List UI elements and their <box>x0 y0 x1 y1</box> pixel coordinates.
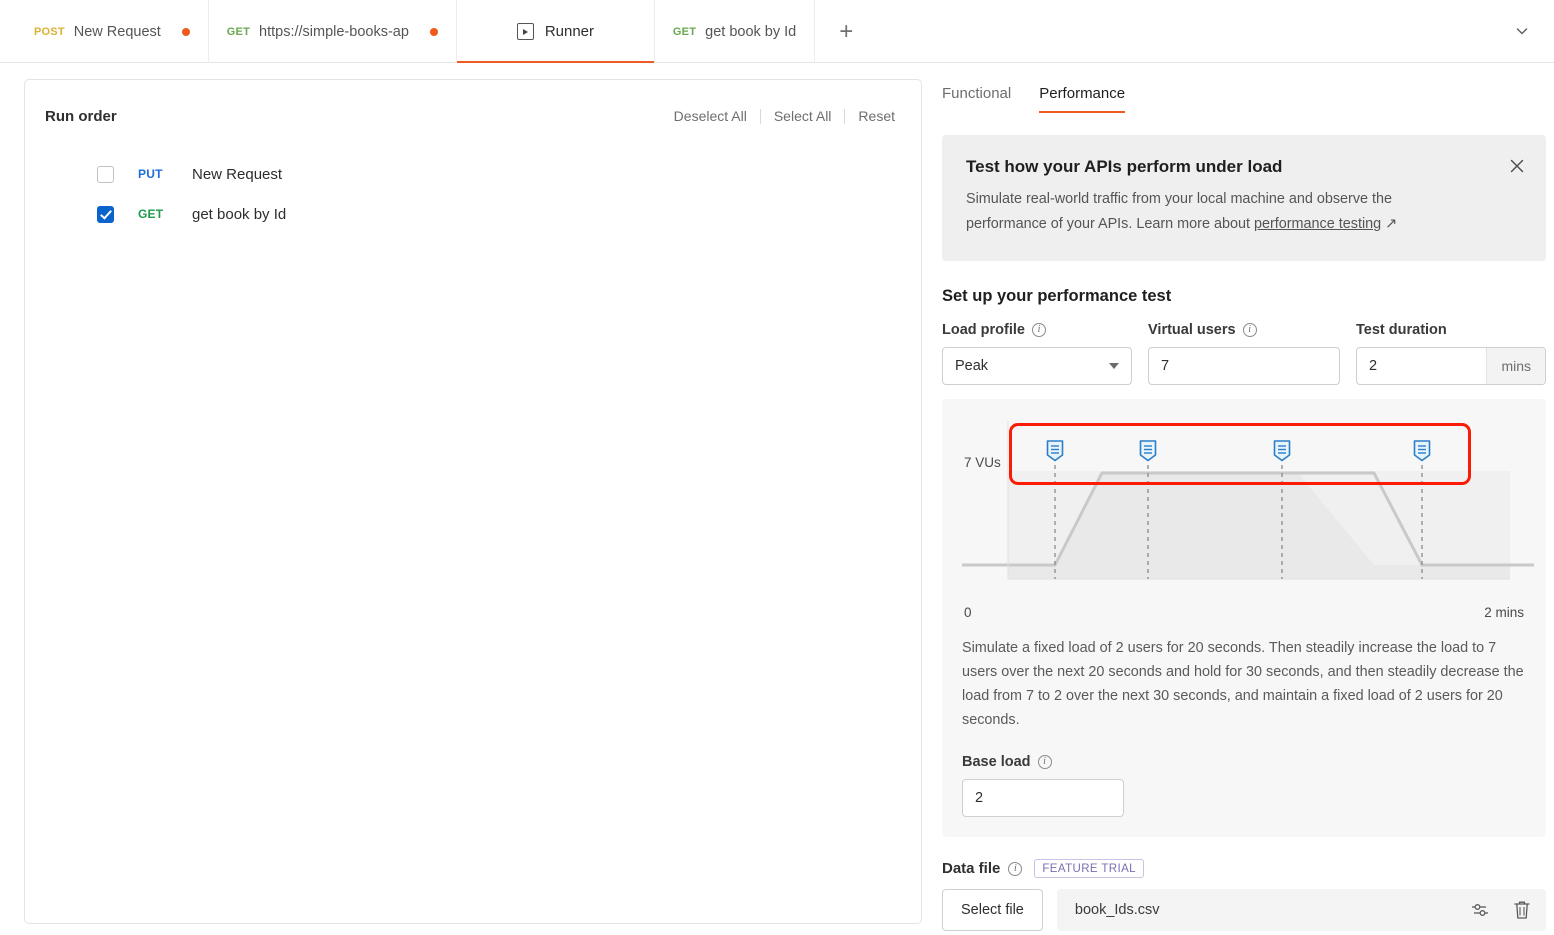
main-body: Run order Deselect All Select All Reset … <box>0 63 1554 935</box>
load-profile-value: Peak <box>955 358 989 374</box>
test-duration-input[interactable]: 2 mins <box>1356 347 1546 385</box>
data-file-header: Data file i FEATURE TRIAL <box>942 859 1546 878</box>
load-profile-label-row: Load profile i <box>942 322 1132 338</box>
chevron-down-icon <box>1109 363 1119 369</box>
tab-method-badge: GET <box>226 25 251 38</box>
chart-x-end-label: 2 mins <box>1484 605 1524 620</box>
base-load-field: Base load i 2 <box>962 754 1526 817</box>
info-icon[interactable]: i <box>1037 755 1052 769</box>
load-profile-chart-card: 7 VUs 0 2 mins Simulate a fixed load of … <box>942 399 1546 837</box>
tab-method-badge: POST <box>34 25 65 38</box>
banner-title: Test how your APIs perform under load <box>966 157 1283 176</box>
info-icon[interactable]: i <box>1008 861 1023 876</box>
tab-runner[interactable]: Runner <box>456 0 655 63</box>
base-load-value: 2 <box>975 790 984 806</box>
base-load-label: Base load <box>962 754 1031 770</box>
tab-new-request[interactable]: POST New Request <box>0 0 209 63</box>
chart-x-axis: 0 2 mins <box>962 605 1526 620</box>
run-order-item-method: PUT <box>138 167 163 181</box>
new-tab-button[interactable]: + <box>815 0 877 63</box>
close-icon[interactable] <box>1508 157 1526 175</box>
data-file-name-box: book_Ids.csv <box>1056 889 1546 931</box>
setup-section-title: Set up your performance test <box>942 287 1172 305</box>
info-icon[interactable]: i <box>1242 323 1257 337</box>
run-order-item-checkbox[interactable] <box>97 165 114 183</box>
reset-button[interactable]: Reset <box>845 108 895 124</box>
data-file-row: Select file book_Ids.csv <box>942 889 1546 931</box>
panel-tabs: Functional Performance <box>934 85 1554 113</box>
chevron-down-icon[interactable] <box>1490 0 1554 62</box>
sliders-icon[interactable] <box>1470 900 1490 920</box>
tab-label: New Request <box>73 23 161 40</box>
tab-label: Runner <box>544 23 595 40</box>
virtual-users-label: Virtual users <box>1148 322 1236 338</box>
banner-body: Simulate real-world traffic from your lo… <box>966 187 1458 237</box>
trash-icon[interactable] <box>1512 899 1532 921</box>
run-order-card: Run order Deselect All Select All Reset … <box>24 79 922 924</box>
tab-bar: POST New Request GET https://simple-book… <box>0 0 1554 63</box>
test-duration-unit: mins <box>1486 348 1545 384</box>
setup-fields: Load profile i Peak Virtual users i 7 Te… <box>942 322 1546 385</box>
test-duration-field: Test duration 2 mins <box>1356 322 1546 385</box>
performance-testing-link[interactable]: performance testing <box>1254 216 1381 232</box>
chart-x-start-label: 0 <box>964 605 972 620</box>
virtual-users-value: 7 <box>1161 358 1170 374</box>
feature-trial-badge: FEATURE TRIAL <box>1034 859 1144 878</box>
tab-label: https://simple-books-ap <box>259 23 409 40</box>
stage-marker-icon[interactable] <box>1138 439 1158 463</box>
run-order-header: Run order Deselect All Select All Reset <box>25 80 921 132</box>
base-load-label-row: Base load i <box>962 754 1526 770</box>
run-order-item-label: New Request <box>192 165 283 183</box>
play-square-icon <box>516 23 534 40</box>
tab-get-book-by-id[interactable]: GET get book by Id <box>655 0 816 63</box>
tab-simple-books-api[interactable]: GET https://simple-books-ap <box>209 0 457 63</box>
virtual-users-label-row: Virtual users i <box>1148 322 1340 338</box>
load-profile-description: Simulate a fixed load of 2 users for 20 … <box>962 640 1524 728</box>
run-order-item[interactable]: PUT New Request <box>25 154 921 194</box>
run-order-list: PUT New Request GET get book by Id <box>25 132 921 234</box>
select-file-button[interactable]: Select file <box>942 889 1043 931</box>
select-all-button[interactable]: Select All <box>761 108 846 124</box>
chart-y-max-label: 7 VUs <box>964 455 1004 470</box>
info-icon[interactable]: i <box>1031 323 1046 337</box>
run-order-title: Run order <box>45 107 117 125</box>
run-order-panel: Run order Deselect All Select All Reset … <box>0 63 934 924</box>
load-profile-chart: 7 VUs <box>962 421 1534 599</box>
test-duration-value: 2 <box>1369 358 1378 374</box>
test-duration-label-row: Test duration <box>1356 322 1546 338</box>
test-duration-label: Test duration <box>1356 322 1447 338</box>
base-load-input[interactable]: 2 <box>962 779 1124 817</box>
tab-label: get book by Id <box>705 23 797 40</box>
tab-functional[interactable]: Functional <box>942 85 1011 113</box>
load-profile-select[interactable]: Peak <box>942 347 1132 385</box>
stage-marker-icon[interactable] <box>1045 439 1065 463</box>
stage-marker-icon[interactable] <box>1272 439 1292 463</box>
unsaved-dot-icon <box>429 27 438 36</box>
load-profile-label: Load profile <box>942 322 1025 338</box>
tab-performance[interactable]: Performance <box>1039 85 1125 113</box>
run-order-item-method: GET <box>138 207 164 221</box>
external-link-icon: ↗ <box>1385 216 1398 232</box>
run-order-actions: Deselect All Select All Reset <box>661 108 895 124</box>
deselect-all-button[interactable]: Deselect All <box>661 108 761 124</box>
data-file-name: book_Ids.csv <box>1074 902 1160 918</box>
virtual-users-field: Virtual users i 7 <box>1148 322 1340 385</box>
run-order-item-checkbox[interactable] <box>97 205 114 223</box>
performance-panel: Functional Performance Test how your API… <box>934 63 1554 935</box>
data-file-actions <box>1470 899 1532 921</box>
data-file-label: Data file <box>942 860 1001 877</box>
virtual-users-input[interactable]: 7 <box>1148 347 1340 385</box>
run-order-item[interactable]: GET get book by Id <box>25 194 921 234</box>
unsaved-dot-icon <box>181 27 190 36</box>
data-file-section: Data file i FEATURE TRIAL Select file bo… <box>942 859 1546 931</box>
load-profile-field: Load profile i Peak <box>942 322 1132 385</box>
stage-marker-icon[interactable] <box>1412 439 1432 463</box>
tab-method-badge: GET <box>672 25 697 38</box>
performance-info-banner: Test how your APIs perform under load Si… <box>942 135 1546 261</box>
run-order-item-label: get book by Id <box>192 205 287 223</box>
